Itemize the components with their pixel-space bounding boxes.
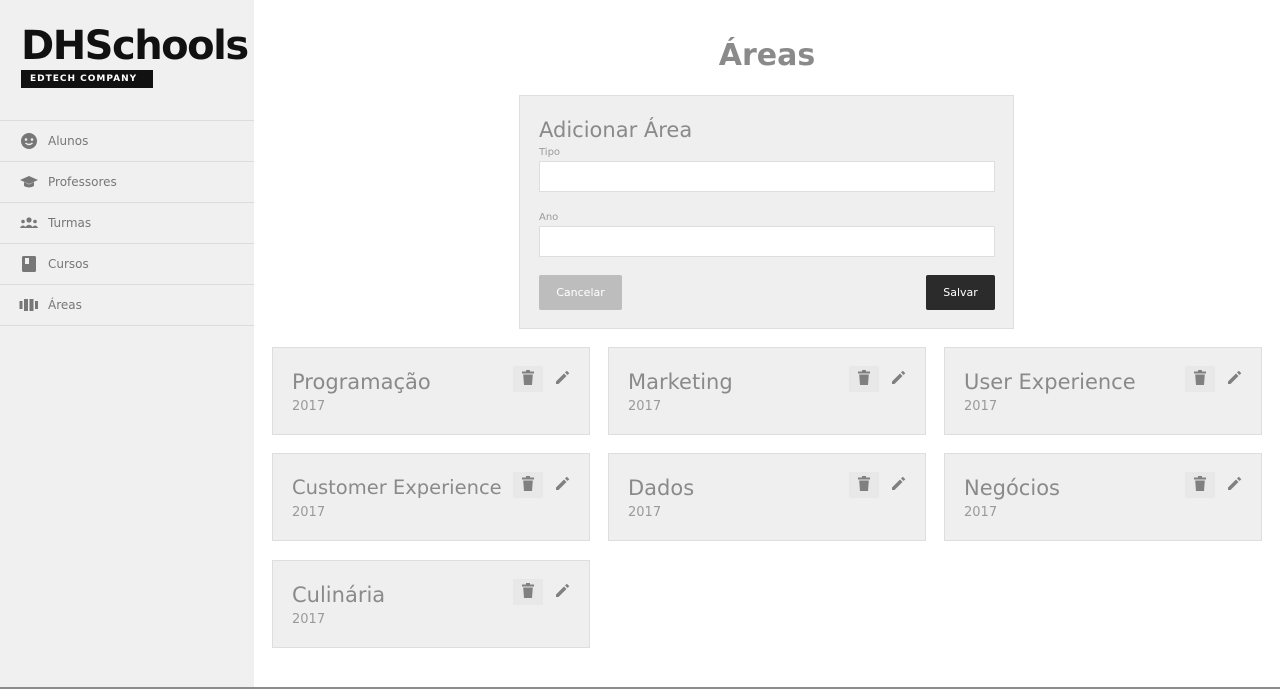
users-group-icon (19, 214, 39, 232)
sidebar-nav: Alunos Professores Turmas Cursos Áreas (0, 120, 254, 326)
delete-button[interactable] (513, 472, 543, 498)
delete-button[interactable] (513, 366, 543, 392)
sidebar-item-label: Áreas (48, 298, 82, 312)
book-icon (19, 255, 39, 273)
columns-icon (19, 296, 39, 314)
add-area-form: Adicionar Área Tipo Ano Cancelar Salvar (519, 95, 1014, 329)
brand-name: DHSchools (21, 23, 249, 69)
save-button[interactable]: Salvar (926, 275, 995, 310)
area-card: User Experience 2017 (944, 347, 1262, 435)
area-name: Marketing (628, 370, 733, 394)
pencil-icon (555, 476, 570, 495)
trash-icon (522, 475, 534, 495)
area-year: 2017 (964, 399, 998, 414)
area-year: 2017 (964, 505, 998, 520)
trash-icon (522, 369, 534, 389)
area-card: Culinária 2017 (272, 560, 590, 648)
trash-icon (1194, 369, 1206, 389)
area-card: Marketing 2017 (608, 347, 926, 435)
tipo-label: Tipo (539, 147, 561, 158)
edit-button[interactable] (547, 579, 577, 605)
brand-logo[interactable]: DHSchools EDTECH COMPANY (21, 23, 249, 88)
edit-button[interactable] (547, 366, 577, 392)
area-name: User Experience (964, 370, 1136, 394)
ano-label: Ano (539, 212, 559, 223)
edit-button[interactable] (883, 472, 913, 498)
trash-icon (858, 475, 870, 495)
smiley-face-icon (19, 132, 39, 150)
sidebar-item-areas[interactable]: Áreas (0, 285, 254, 326)
delete-button[interactable] (513, 579, 543, 605)
area-year: 2017 (628, 505, 662, 520)
sidebar-item-label: Cursos (48, 257, 89, 271)
delete-button[interactable] (849, 366, 879, 392)
area-year: 2017 (292, 612, 326, 627)
sidebar-item-professores[interactable]: Professores (0, 162, 254, 203)
edit-button[interactable] (547, 472, 577, 498)
form-title: Adicionar Área (539, 118, 693, 142)
delete-button[interactable] (849, 472, 879, 498)
sidebar-item-cursos[interactable]: Cursos (0, 244, 254, 285)
sidebar-item-label: Turmas (48, 216, 92, 230)
tipo-input[interactable] (539, 161, 995, 192)
trash-icon (858, 369, 870, 389)
area-card: Negócios 2017 (944, 453, 1262, 541)
trash-icon (1194, 475, 1206, 495)
pencil-icon (555, 370, 570, 389)
area-card: Customer Experience 2017 (272, 453, 590, 541)
pencil-icon (1227, 370, 1242, 389)
area-year: 2017 (292, 505, 326, 520)
area-year: 2017 (292, 399, 326, 414)
area-name: Negócios (964, 476, 1060, 500)
edit-button[interactable] (1219, 472, 1249, 498)
graduation-cap-icon (19, 173, 39, 191)
page-title: Áreas (718, 38, 816, 73)
sidebar-item-label: Professores (48, 175, 117, 189)
area-year: 2017 (628, 399, 662, 414)
pencil-icon (891, 476, 906, 495)
delete-button[interactable] (1185, 472, 1215, 498)
delete-button[interactable] (1185, 366, 1215, 392)
brand-tagline: EDTECH COMPANY (21, 70, 153, 88)
pencil-icon (555, 583, 570, 602)
pencil-icon (891, 370, 906, 389)
area-name: Culinária (292, 583, 386, 607)
sidebar: DHSchools EDTECH COMPANY Alunos Professo… (0, 0, 254, 689)
area-name: Customer Experience (292, 476, 502, 499)
trash-icon (522, 582, 534, 602)
sidebar-item-turmas[interactable]: Turmas (0, 203, 254, 244)
cancel-button[interactable]: Cancelar (539, 275, 622, 310)
edit-button[interactable] (883, 366, 913, 392)
area-name: Programação (292, 370, 431, 394)
edit-button[interactable] (1219, 366, 1249, 392)
area-card: Programação 2017 (272, 347, 590, 435)
sidebar-item-label: Alunos (48, 134, 89, 148)
area-card: Dados 2017 (608, 453, 926, 541)
sidebar-item-alunos[interactable]: Alunos (0, 121, 254, 162)
area-name: Dados (628, 476, 695, 500)
pencil-icon (1227, 476, 1242, 495)
ano-input[interactable] (539, 226, 995, 257)
